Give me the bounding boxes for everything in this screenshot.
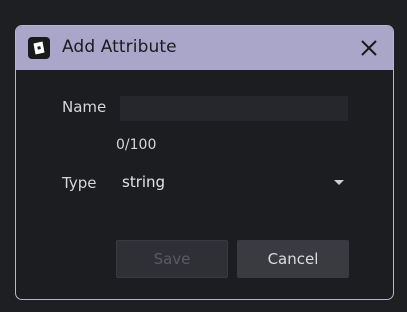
dialog-title: Add Attribute bbox=[62, 37, 177, 57]
type-selected-value: string bbox=[122, 173, 166, 191]
name-label: Name bbox=[62, 98, 107, 116]
save-button[interactable]: Save bbox=[116, 240, 228, 278]
name-input[interactable] bbox=[120, 96, 348, 121]
dialog-titlebar: Add Attribute bbox=[16, 26, 393, 70]
close-button[interactable] bbox=[358, 37, 380, 59]
roblox-studio-icon bbox=[28, 37, 50, 59]
type-label: Type bbox=[62, 174, 97, 192]
type-dropdown[interactable]: string bbox=[116, 171, 348, 195]
close-icon[interactable] bbox=[358, 37, 380, 59]
add-attribute-dialog: Add Attribute Name 0/100 Type string Sav… bbox=[15, 25, 394, 300]
cancel-button[interactable]: Cancel bbox=[237, 240, 349, 278]
chevron-down-icon[interactable] bbox=[334, 180, 344, 185]
character-counter: 0/100 bbox=[116, 137, 157, 153]
